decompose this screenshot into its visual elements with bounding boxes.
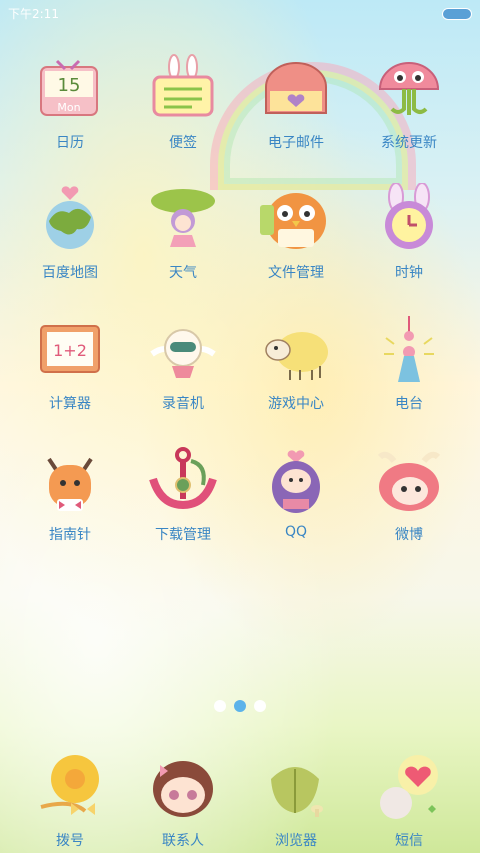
app-recorder[interactable]: 录音机: [123, 301, 243, 421]
calendar-icon: 15 Mon: [32, 50, 108, 126]
app-label: 指南针: [49, 527, 91, 543]
heart-balloon-icon: [371, 746, 447, 822]
dock-dialer[interactable]: 拨号: [10, 736, 130, 856]
anchor-icon: [145, 442, 221, 518]
owl-icon: [258, 180, 334, 256]
app-clock[interactable]: 时钟: [349, 170, 469, 290]
app-qq[interactable]: QQ: [236, 432, 356, 552]
app-label: 录音机: [162, 396, 204, 412]
mushroom-icon: [371, 50, 447, 126]
bunny-clock-icon: [371, 180, 447, 256]
app-label: 文件管理: [268, 265, 324, 281]
app-label: 时钟: [395, 265, 423, 281]
app-label: 日历: [56, 135, 84, 151]
pink-creature-icon: [371, 442, 447, 518]
notes-icon: [145, 50, 221, 126]
app-label: 联系人: [162, 833, 204, 849]
app-baidu-map[interactable]: 百度地图: [10, 170, 130, 290]
app-download-manager[interactable]: 下载管理: [123, 432, 243, 552]
page-dot[interactable]: [214, 700, 226, 712]
app-label: 电子邮件: [268, 135, 324, 151]
svg-text:15: 15: [58, 75, 81, 96]
leaf-girl-icon: [145, 180, 221, 256]
tower-icon: [371, 311, 447, 387]
doll-icon: [145, 746, 221, 822]
dock-messages[interactable]: 短信: [349, 736, 469, 856]
dock-contacts[interactable]: 联系人: [123, 736, 243, 856]
page-indicator: [214, 700, 266, 712]
app-label: 系统更新: [381, 135, 437, 151]
app-label: 微博: [395, 527, 423, 543]
sheep-icon: [258, 311, 334, 387]
app-radio[interactable]: 电台: [349, 301, 469, 421]
app-calculator[interactable]: 1+2 计算器: [10, 301, 130, 421]
app-label: 游戏中心: [268, 396, 324, 412]
status-time: 下午2:11: [8, 7, 59, 21]
status-bar: 下午2:11: [0, 0, 480, 26]
page-dot-active[interactable]: [234, 700, 246, 712]
svg-text:Mon: Mon: [57, 101, 80, 114]
mailbox-icon: [258, 50, 334, 126]
battery-icon: [442, 8, 472, 20]
app-label: 下载管理: [155, 527, 211, 543]
svg-text:1+2: 1+2: [53, 341, 87, 360]
app-label: 天气: [169, 265, 197, 281]
globe-icon: [32, 180, 108, 256]
cat-icon: [32, 442, 108, 518]
app-file-manager[interactable]: 文件管理: [236, 170, 356, 290]
dock-browser[interactable]: 浏览器: [236, 736, 356, 856]
app-game-center[interactable]: 游戏中心: [236, 301, 356, 421]
app-label: 计算器: [49, 396, 91, 412]
leaf-browser-icon: [258, 746, 334, 822]
calculator-icon: 1+2: [32, 311, 108, 387]
app-email[interactable]: 电子邮件: [236, 40, 356, 160]
app-label: 短信: [395, 833, 423, 849]
app-calendar[interactable]: 15 Mon 日历: [10, 40, 130, 160]
app-weibo[interactable]: 微博: [349, 432, 469, 552]
app-label: 浏览器: [275, 833, 317, 849]
app-notes[interactable]: 便签: [123, 40, 243, 160]
app-weather[interactable]: 天气: [123, 170, 243, 290]
app-label: QQ: [284, 524, 308, 540]
penguin-icon: [258, 442, 334, 518]
app-label: 便签: [169, 135, 197, 151]
app-label: 拨号: [56, 833, 84, 849]
bird-icon: [145, 311, 221, 387]
app-compass[interactable]: 指南针: [10, 432, 130, 552]
app-label: 百度地图: [42, 265, 98, 281]
app-label: 电台: [395, 396, 423, 412]
page-dot[interactable]: [254, 700, 266, 712]
app-system-update[interactable]: 系统更新: [349, 40, 469, 160]
flower-phone-icon: [32, 746, 108, 822]
